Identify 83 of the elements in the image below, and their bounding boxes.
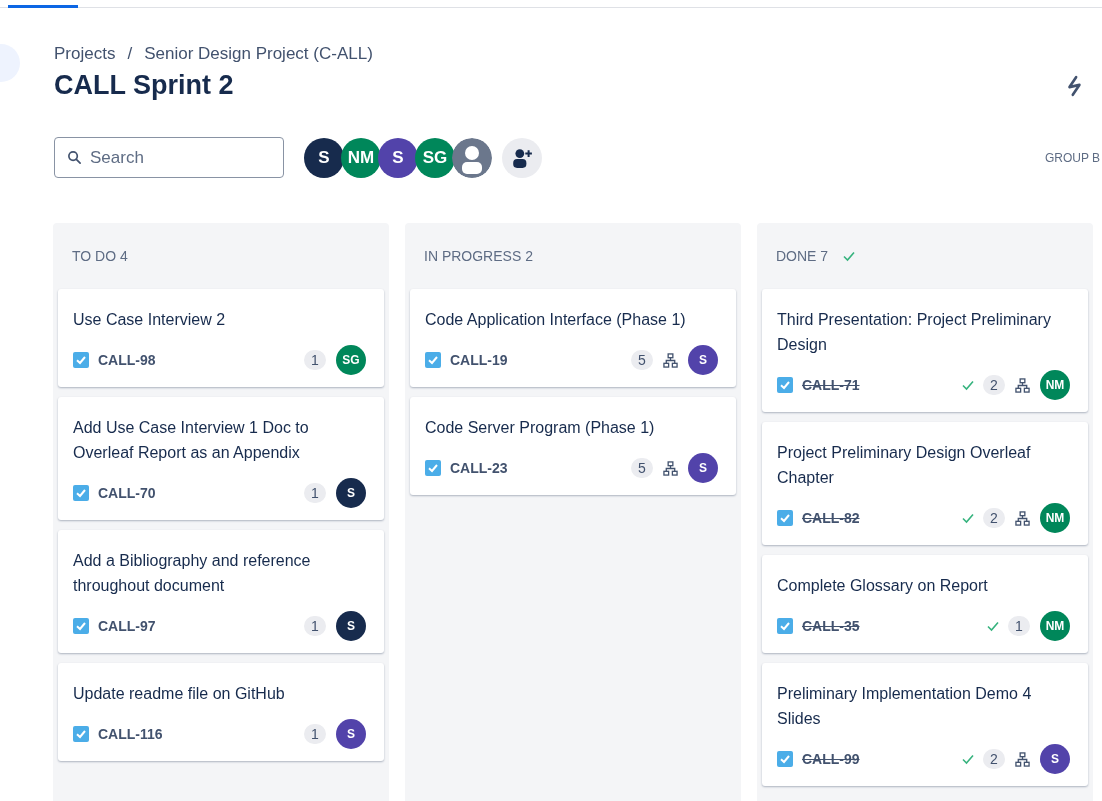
- add-person-button[interactable]: [502, 137, 542, 178]
- checkbox-icon: [777, 377, 793, 393]
- issue-key[interactable]: CALL-98: [98, 352, 156, 368]
- estimate-badge: 2: [983, 375, 1005, 395]
- assignee-avatar[interactable]: S: [336, 478, 366, 508]
- assignee-avatar[interactable]: S: [688, 345, 718, 375]
- card-title: Update readme file on GitHub: [73, 684, 286, 704]
- assignee-avatar[interactable]: NM: [1040, 503, 1070, 533]
- check-icon: [961, 752, 975, 766]
- avatar[interactable]: S: [378, 137, 418, 178]
- estimate-badge: 5: [631, 350, 653, 370]
- search-field[interactable]: Search: [54, 137, 284, 178]
- card-title: Code Application Interface (Phase 1): [425, 310, 687, 330]
- checkbox-icon: [73, 485, 89, 501]
- issue-card[interactable]: Update readme file on GitHub CALL-116 1 S: [58, 663, 384, 761]
- person-avatar-icon[interactable]: [452, 137, 492, 178]
- issue-key[interactable]: CALL-19: [450, 352, 508, 368]
- group-by-label[interactable]: GROUP B: [1044, 150, 1100, 165]
- check-icon: [961, 378, 975, 392]
- breadcrumb-separator: /: [127, 44, 133, 64]
- check-icon: [986, 619, 1000, 633]
- card-title: Code Server Program (Phase 1): [425, 418, 656, 438]
- issue-card[interactable]: Add a Bibliography and reference throughout document CALL-97 1 S: [58, 530, 384, 653]
- card-title: Project Preliminary Design Overleaf Chapter: [777, 443, 1032, 488]
- breadcrumb-link[interactable]: Senior Design Project (C-ALL): [144, 44, 373, 64]
- issue-card[interactable]: Use Case Interview 2 CALL-98 1 SG: [58, 289, 384, 387]
- issue-card[interactable]: Code Application Interface (Phase 1) CALL-19 5 S: [410, 289, 736, 387]
- card-title: Third Presentation: Project Preliminary Design: [777, 310, 1052, 355]
- issue-key[interactable]: CALL-70: [98, 485, 156, 501]
- issue-card[interactable]: Add Use Case Interview 1 Doc to Overleaf Report as an Appendix CALL-70 1 S: [58, 397, 384, 520]
- issue-key[interactable]: CALL-97: [98, 618, 156, 634]
- card-title: Add Use Case Interview 1 Doc to Overleaf Report as an Appendix: [73, 418, 310, 463]
- estimate-badge: 1: [1008, 616, 1030, 636]
- estimate-badge: 2: [983, 749, 1005, 769]
- checkbox-icon: [425, 352, 441, 368]
- issue-key[interactable]: CALL-23: [450, 460, 508, 476]
- checkbox-icon: [777, 618, 793, 634]
- checkbox-icon: [73, 618, 89, 634]
- column-title: IN PROGRESS 2: [424, 248, 533, 264]
- issue-key[interactable]: CALL-71: [802, 377, 860, 393]
- issue-key[interactable]: CALL-99: [802, 751, 860, 767]
- assignee-avatar[interactable]: S: [688, 453, 718, 483]
- lightning-icon[interactable]: [1066, 74, 1084, 97]
- issue-key[interactable]: CALL-82: [802, 510, 860, 526]
- checkbox-icon: [73, 352, 89, 368]
- card-title: Use Case Interview 2: [73, 310, 227, 330]
- board-title: CALL Sprint 2: [54, 70, 234, 101]
- issue-card[interactable]: Third Presentation: Project Preliminary Design CALL-71 2 NM: [762, 289, 1088, 412]
- search-icon: [67, 150, 82, 165]
- assignee-avatar[interactable]: NM: [1040, 611, 1070, 641]
- breadcrumb-link[interactable]: Projects: [54, 44, 116, 64]
- avatar[interactable]: NM: [341, 137, 381, 178]
- check-icon: [961, 511, 975, 525]
- column-title: TO DO 4: [72, 248, 128, 264]
- avatar[interactable]: SG: [415, 137, 455, 178]
- checkbox-icon: [73, 726, 89, 742]
- issue-key[interactable]: CALL-116: [98, 726, 163, 742]
- assignee-avatar[interactable]: S: [336, 719, 366, 749]
- issue-card[interactable]: Project Preliminary Design Overleaf Chapter CALL-82 2 NM: [762, 422, 1088, 545]
- issue-key[interactable]: CALL-35: [802, 618, 860, 634]
- assignee-avatar[interactable]: S: [1040, 744, 1070, 774]
- check-icon: [842, 249, 857, 263]
- estimate-badge: 5: [631, 458, 653, 478]
- checkbox-icon: [777, 510, 793, 526]
- issue-card[interactable]: Complete Glossary on Report CALL-35 1 NM: [762, 555, 1088, 653]
- checkbox-icon: [777, 751, 793, 767]
- estimate-badge: 2: [983, 508, 1005, 528]
- assignee-avatar[interactable]: SG: [336, 345, 366, 375]
- checkbox-icon: [425, 460, 441, 476]
- card-title: Preliminary Implementation Demo 4 Slides: [777, 684, 1033, 729]
- assignee-avatar[interactable]: S: [336, 611, 366, 641]
- card-title: Complete Glossary on Report: [777, 576, 989, 596]
- estimate-badge: 1: [304, 724, 326, 744]
- estimate-badge: 1: [304, 616, 326, 636]
- column-title: DONE 7: [776, 248, 829, 264]
- issue-card[interactable]: Preliminary Implementation Demo 4 Slides CALL-99 2 S: [762, 663, 1088, 786]
- card-title: Add a Bibliography and reference throughout document: [73, 551, 312, 596]
- avatar[interactable]: S: [304, 137, 344, 178]
- add-person-icon: [511, 146, 533, 169]
- issue-card[interactable]: Code Server Program (Phase 1) CALL-23 5 S: [410, 397, 736, 495]
- estimate-badge: 1: [304, 483, 326, 503]
- assignee-avatar[interactable]: NM: [1040, 370, 1070, 400]
- estimate-badge: 1: [304, 350, 326, 370]
